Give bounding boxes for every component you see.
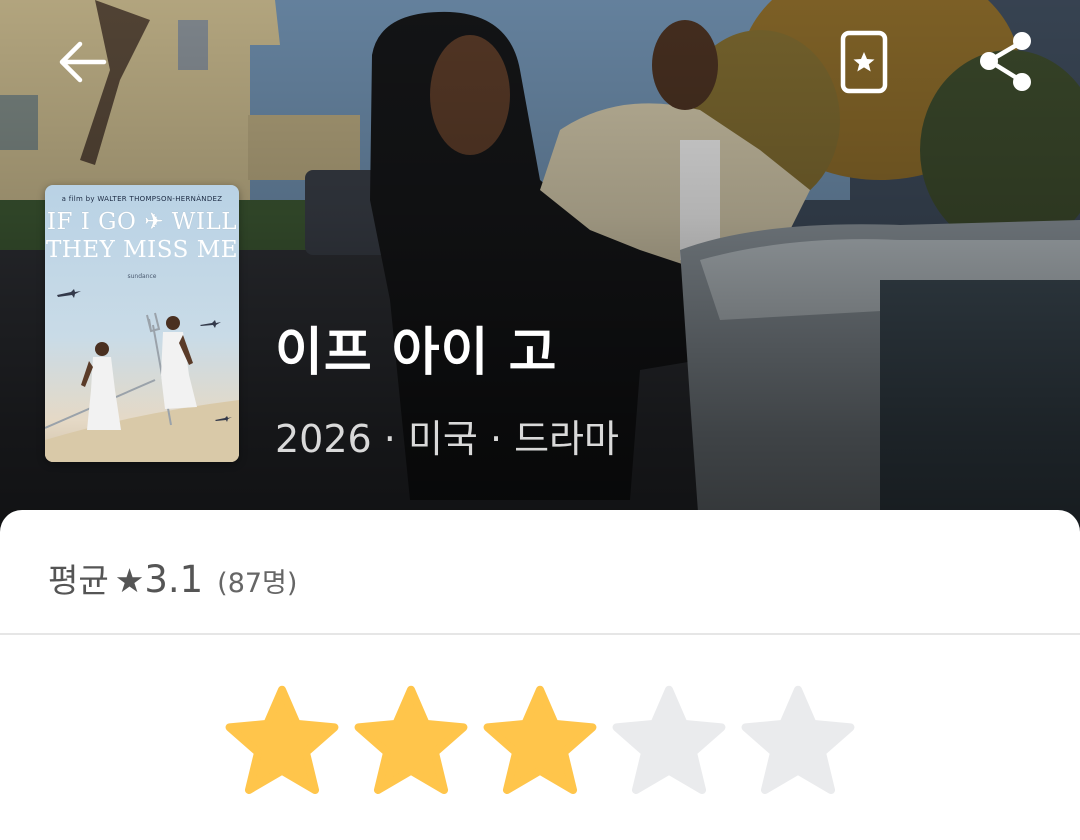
rating-sheet: 평균 ★ 3.1 (87명) (0, 510, 1080, 840)
movie-meta: 2026 · 미국 · 드라마 (275, 417, 619, 461)
rating-star-1-icon[interactable] (225, 685, 339, 797)
rating-star-5-icon[interactable] (741, 685, 855, 797)
average-label: 평균 (48, 561, 109, 600)
poster-title-line-2: THEY MISS ME (45, 237, 239, 263)
poster-festival-badge: sundance (127, 273, 157, 280)
rating-star-4-icon[interactable] (612, 685, 726, 797)
poster-credit-text: a film by WALTER THOMPSON-HERNÁNDEZ (61, 195, 223, 203)
star-card-icon (840, 30, 888, 94)
share-button[interactable] (972, 28, 1040, 96)
rating-star-2-icon[interactable] (354, 685, 468, 797)
rating-count: (87명) (217, 568, 298, 599)
divider (0, 633, 1080, 635)
average-value: 3.1 (144, 558, 204, 601)
movie-poster[interactable]: a film by WALTER THOMPSON-HERNÁNDEZ IF I… (45, 185, 239, 462)
average-rating: 평균 ★ 3.1 (87명) (48, 554, 297, 602)
back-button[interactable] (48, 28, 116, 96)
poster-title-line-1: IF I GO ✈ WILL (46, 209, 238, 235)
user-rating-stars (225, 685, 865, 800)
add-to-collection-button[interactable] (830, 28, 898, 96)
arrow-left-icon (59, 41, 107, 83)
hero-backdrop: a film by WALTER THOMPSON-HERNÁNDEZ IF I… (0, 0, 1080, 540)
average-star-icon: ★ (114, 561, 145, 600)
share-icon (980, 32, 1031, 91)
movie-title: 이프 아이 고 (275, 323, 558, 383)
rating-star-3-icon[interactable] (483, 685, 597, 797)
